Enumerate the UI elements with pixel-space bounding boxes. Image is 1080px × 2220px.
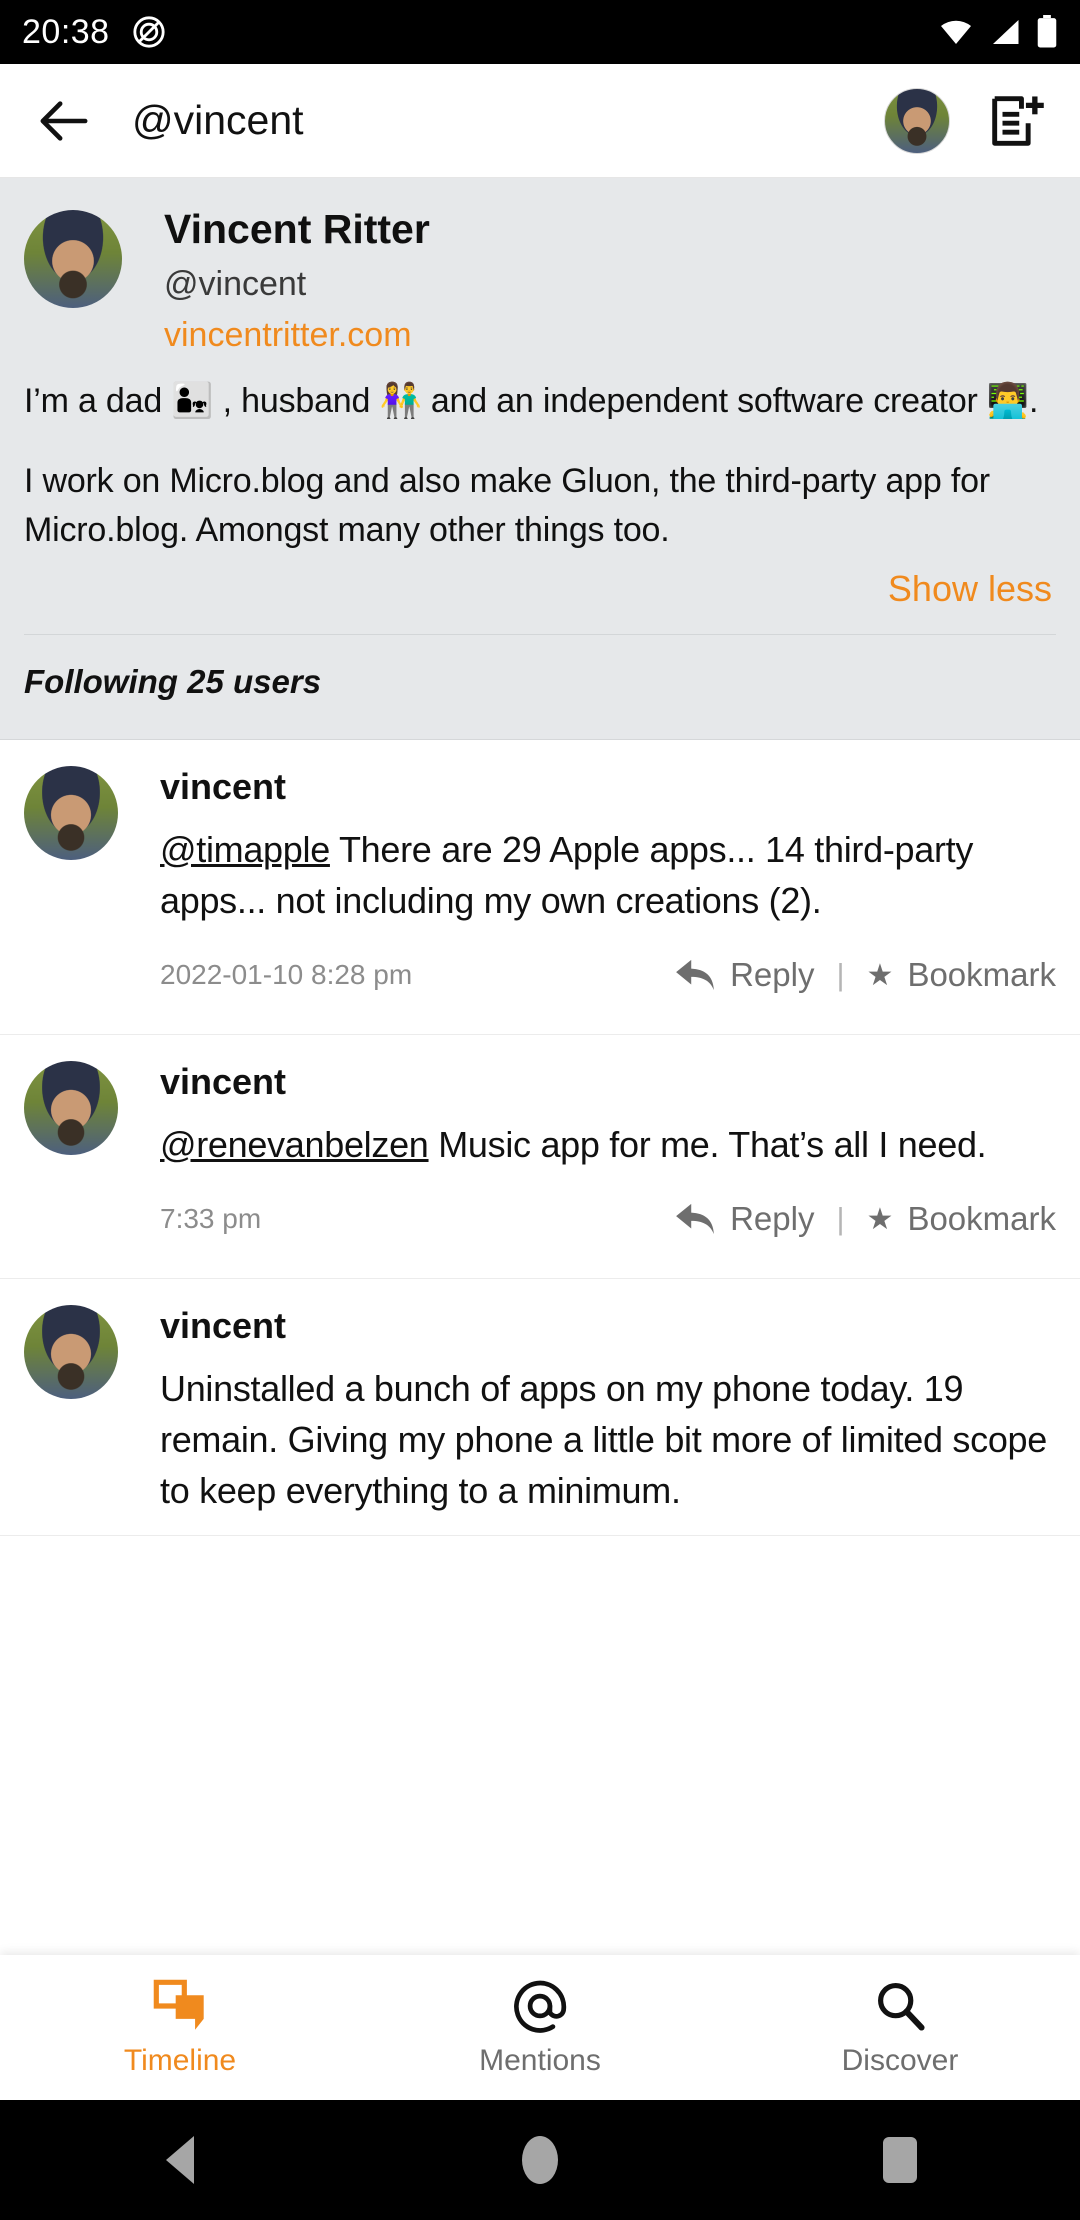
post-footer: 2022-01-10 8:28 pm Reply | ★ Bookmark xyxy=(160,956,1056,1016)
post-author-avatar[interactable] xyxy=(24,1061,118,1156)
tab-timeline[interactable]: Timeline xyxy=(0,1978,360,2078)
post-author-name[interactable]: vincent xyxy=(160,766,1056,808)
profile-avatar[interactable] xyxy=(24,210,122,308)
post-actions: Reply | ★ Bookmark xyxy=(674,1200,1056,1238)
post-text: @renevanbelzen Music app for me. That’s … xyxy=(160,1119,1056,1170)
reply-label: Reply xyxy=(730,1200,815,1238)
tab-discover[interactable]: Discover xyxy=(720,1978,1080,2078)
tab-label-mentions: Mentions xyxy=(479,2043,601,2077)
profile-header: Vincent Ritter @vincent vincentritter.co… xyxy=(24,206,1056,355)
tab-label-timeline: Timeline xyxy=(123,2043,237,2077)
action-separator: | xyxy=(836,1201,845,1237)
post-footer: 7:33 pm Reply | ★ Bookmark xyxy=(160,1200,1056,1260)
show-less-button[interactable]: Show less xyxy=(24,554,1056,634)
profile-card: Vincent Ritter @vincent vincentritter.co… xyxy=(0,178,1080,740)
post-timestamp: 7:33 pm xyxy=(160,1203,262,1235)
wifi-icon xyxy=(941,20,971,44)
reply-arrow-icon xyxy=(676,1204,714,1235)
post-author-avatar[interactable] xyxy=(24,765,118,860)
bookmark-button[interactable]: ★ Bookmark xyxy=(867,1200,1056,1238)
post-item[interactable]: vincent @renevanbelzen Music app for me.… xyxy=(0,1035,1080,1280)
phone-screen: 20:38 @vincent Vincent Ritter @vincent v… xyxy=(0,0,1080,2220)
profile-meta: Vincent Ritter @vincent vincentritter.co… xyxy=(164,206,430,355)
post-text-body: Music app for me. That’s all I need. xyxy=(428,1124,987,1166)
post-author-name[interactable]: vincent xyxy=(160,1061,1056,1103)
tab-label-discover: Discover xyxy=(841,2043,959,2077)
bookmark-button[interactable]: ★ Bookmark xyxy=(867,956,1056,994)
post-body: vincent @renevanbelzen Music app for me.… xyxy=(160,1061,1056,1278)
bookmark-label: Bookmark xyxy=(907,956,1056,994)
tab-mentions[interactable]: Mentions xyxy=(360,1978,720,2078)
chat-bubbles-icon xyxy=(153,1979,204,2030)
profile-website-link[interactable]: vincentritter.com xyxy=(164,316,430,355)
post-body: vincent @timapple There are 29 Apple app… xyxy=(160,766,1056,1034)
action-separator: | xyxy=(836,957,845,993)
reply-arrow-icon xyxy=(676,960,714,991)
profile-bio-paragraph: I work on Micro.blog and also make Gluon… xyxy=(24,462,990,549)
post-actions: Reply | ★ Bookmark xyxy=(674,956,1056,994)
post-timestamp: 2022-01-10 8:28 pm xyxy=(160,959,413,991)
post-mention-link[interactable]: @timapple xyxy=(160,829,330,870)
profile-bio: I’m a dad 👨‍👧 , husband 👫 and an indepen… xyxy=(24,377,1056,554)
reply-label: Reply xyxy=(730,956,815,994)
post-text: Uninstalled a bunch of apps on my phone … xyxy=(160,1363,1056,1516)
post-author-name[interactable]: vincent xyxy=(160,1305,1056,1347)
compose-new-post-icon[interactable] xyxy=(986,90,1048,152)
bookmark-label: Bookmark xyxy=(907,1200,1056,1238)
profile-name: Vincent Ritter xyxy=(164,206,430,252)
android-home-icon[interactable] xyxy=(360,2136,720,2184)
app-bar: @vincent xyxy=(0,64,1080,178)
post-mention-link[interactable]: @renevanbelzen xyxy=(160,1124,429,1165)
reply-button[interactable]: Reply xyxy=(674,956,814,994)
status-bar-icons xyxy=(938,15,1058,49)
post-body: vincent Uninstalled a bunch of apps on m… xyxy=(160,1305,1056,1534)
android-back-icon[interactable] xyxy=(0,2136,360,2184)
bottom-tab-bar: Timeline Mentions Discover xyxy=(0,1955,1080,2100)
reply-button[interactable]: Reply xyxy=(674,1200,814,1238)
android-navigation-bar xyxy=(0,2100,1080,2220)
cell-signal-icon xyxy=(993,20,1019,44)
do-not-disturb-icon xyxy=(132,15,166,49)
back-arrow-icon[interactable] xyxy=(32,89,96,153)
profile-bio-paragraph: I’m a dad 👨‍👧 , husband 👫 and an indepen… xyxy=(24,382,1039,421)
android-recents-icon[interactable] xyxy=(720,2137,1080,2183)
star-icon: ★ xyxy=(866,1202,894,1236)
star-icon: ★ xyxy=(866,958,894,992)
post-text-body: Uninstalled a bunch of apps on my phone … xyxy=(160,1368,1047,1512)
post-item[interactable]: vincent @timapple There are 29 Apple app… xyxy=(0,739,1080,1036)
post-item[interactable]: vincent Uninstalled a bunch of apps on m… xyxy=(0,1279,1080,1536)
battery-icon xyxy=(1037,15,1057,48)
status-bar: 20:38 xyxy=(0,0,1080,64)
app-bar-actions xyxy=(884,87,1048,154)
post-text: @timapple There are 29 Apple apps... 14 … xyxy=(160,824,1056,926)
search-icon xyxy=(878,1982,925,2031)
page-title: @vincent xyxy=(132,97,304,143)
avatar[interactable] xyxy=(884,87,950,154)
status-bar-clock: 20:38 xyxy=(22,12,110,51)
following-count-label: Following 25 users xyxy=(24,662,322,700)
profile-handle: @vincent xyxy=(164,265,307,304)
post-author-avatar[interactable] xyxy=(24,1305,118,1400)
at-sign-icon xyxy=(514,1980,567,2033)
